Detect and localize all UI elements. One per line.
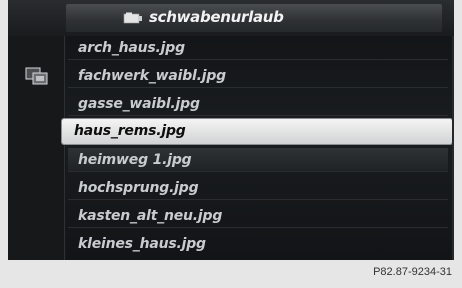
reference-code: P82.87-9234-31 xyxy=(373,266,452,278)
list-item[interactable]: arch_haus.jpg xyxy=(68,36,448,60)
file-name: heimweg 1.jpg xyxy=(78,152,192,168)
file-name: kasten_alt_neu.jpg xyxy=(78,208,223,224)
file-name: hochsprung.jpg xyxy=(78,180,199,196)
media-screen: schwabenurlaub arch_haus.jpg fachwerk_wa… xyxy=(8,0,454,260)
file-name: kleines_haus.jpg xyxy=(78,236,206,252)
folder-header: schwabenurlaub xyxy=(8,0,454,36)
scrollbar[interactable] xyxy=(452,36,454,260)
file-name: arch_haus.jpg xyxy=(78,40,185,56)
file-name: gasse_waibl.jpg xyxy=(78,96,200,112)
media-browse-icon[interactable] xyxy=(25,67,51,87)
list-item[interactable]: kleines_haus.jpg xyxy=(68,232,448,256)
file-name: fachwerk_waibl.jpg xyxy=(78,68,227,84)
list-item-selected[interactable]: haus_rems.jpg xyxy=(62,119,452,144)
file-list: arch_haus.jpg fachwerk_waibl.jpg gasse_w… xyxy=(62,36,452,260)
list-item[interactable]: kasten_alt_neu.jpg xyxy=(68,204,448,228)
list-item[interactable]: heimweg 1.jpg xyxy=(68,148,448,172)
folder-title: schwabenurlaub xyxy=(149,8,284,26)
folder-icon xyxy=(123,12,142,24)
list-item[interactable]: fachwerk_waibl.jpg xyxy=(68,64,448,88)
list-item[interactable]: gasse_waibl.jpg xyxy=(68,92,448,116)
list-item[interactable]: hochsprung.jpg xyxy=(68,176,448,200)
file-name: haus_rems.jpg xyxy=(74,123,186,139)
side-panel xyxy=(8,36,66,260)
